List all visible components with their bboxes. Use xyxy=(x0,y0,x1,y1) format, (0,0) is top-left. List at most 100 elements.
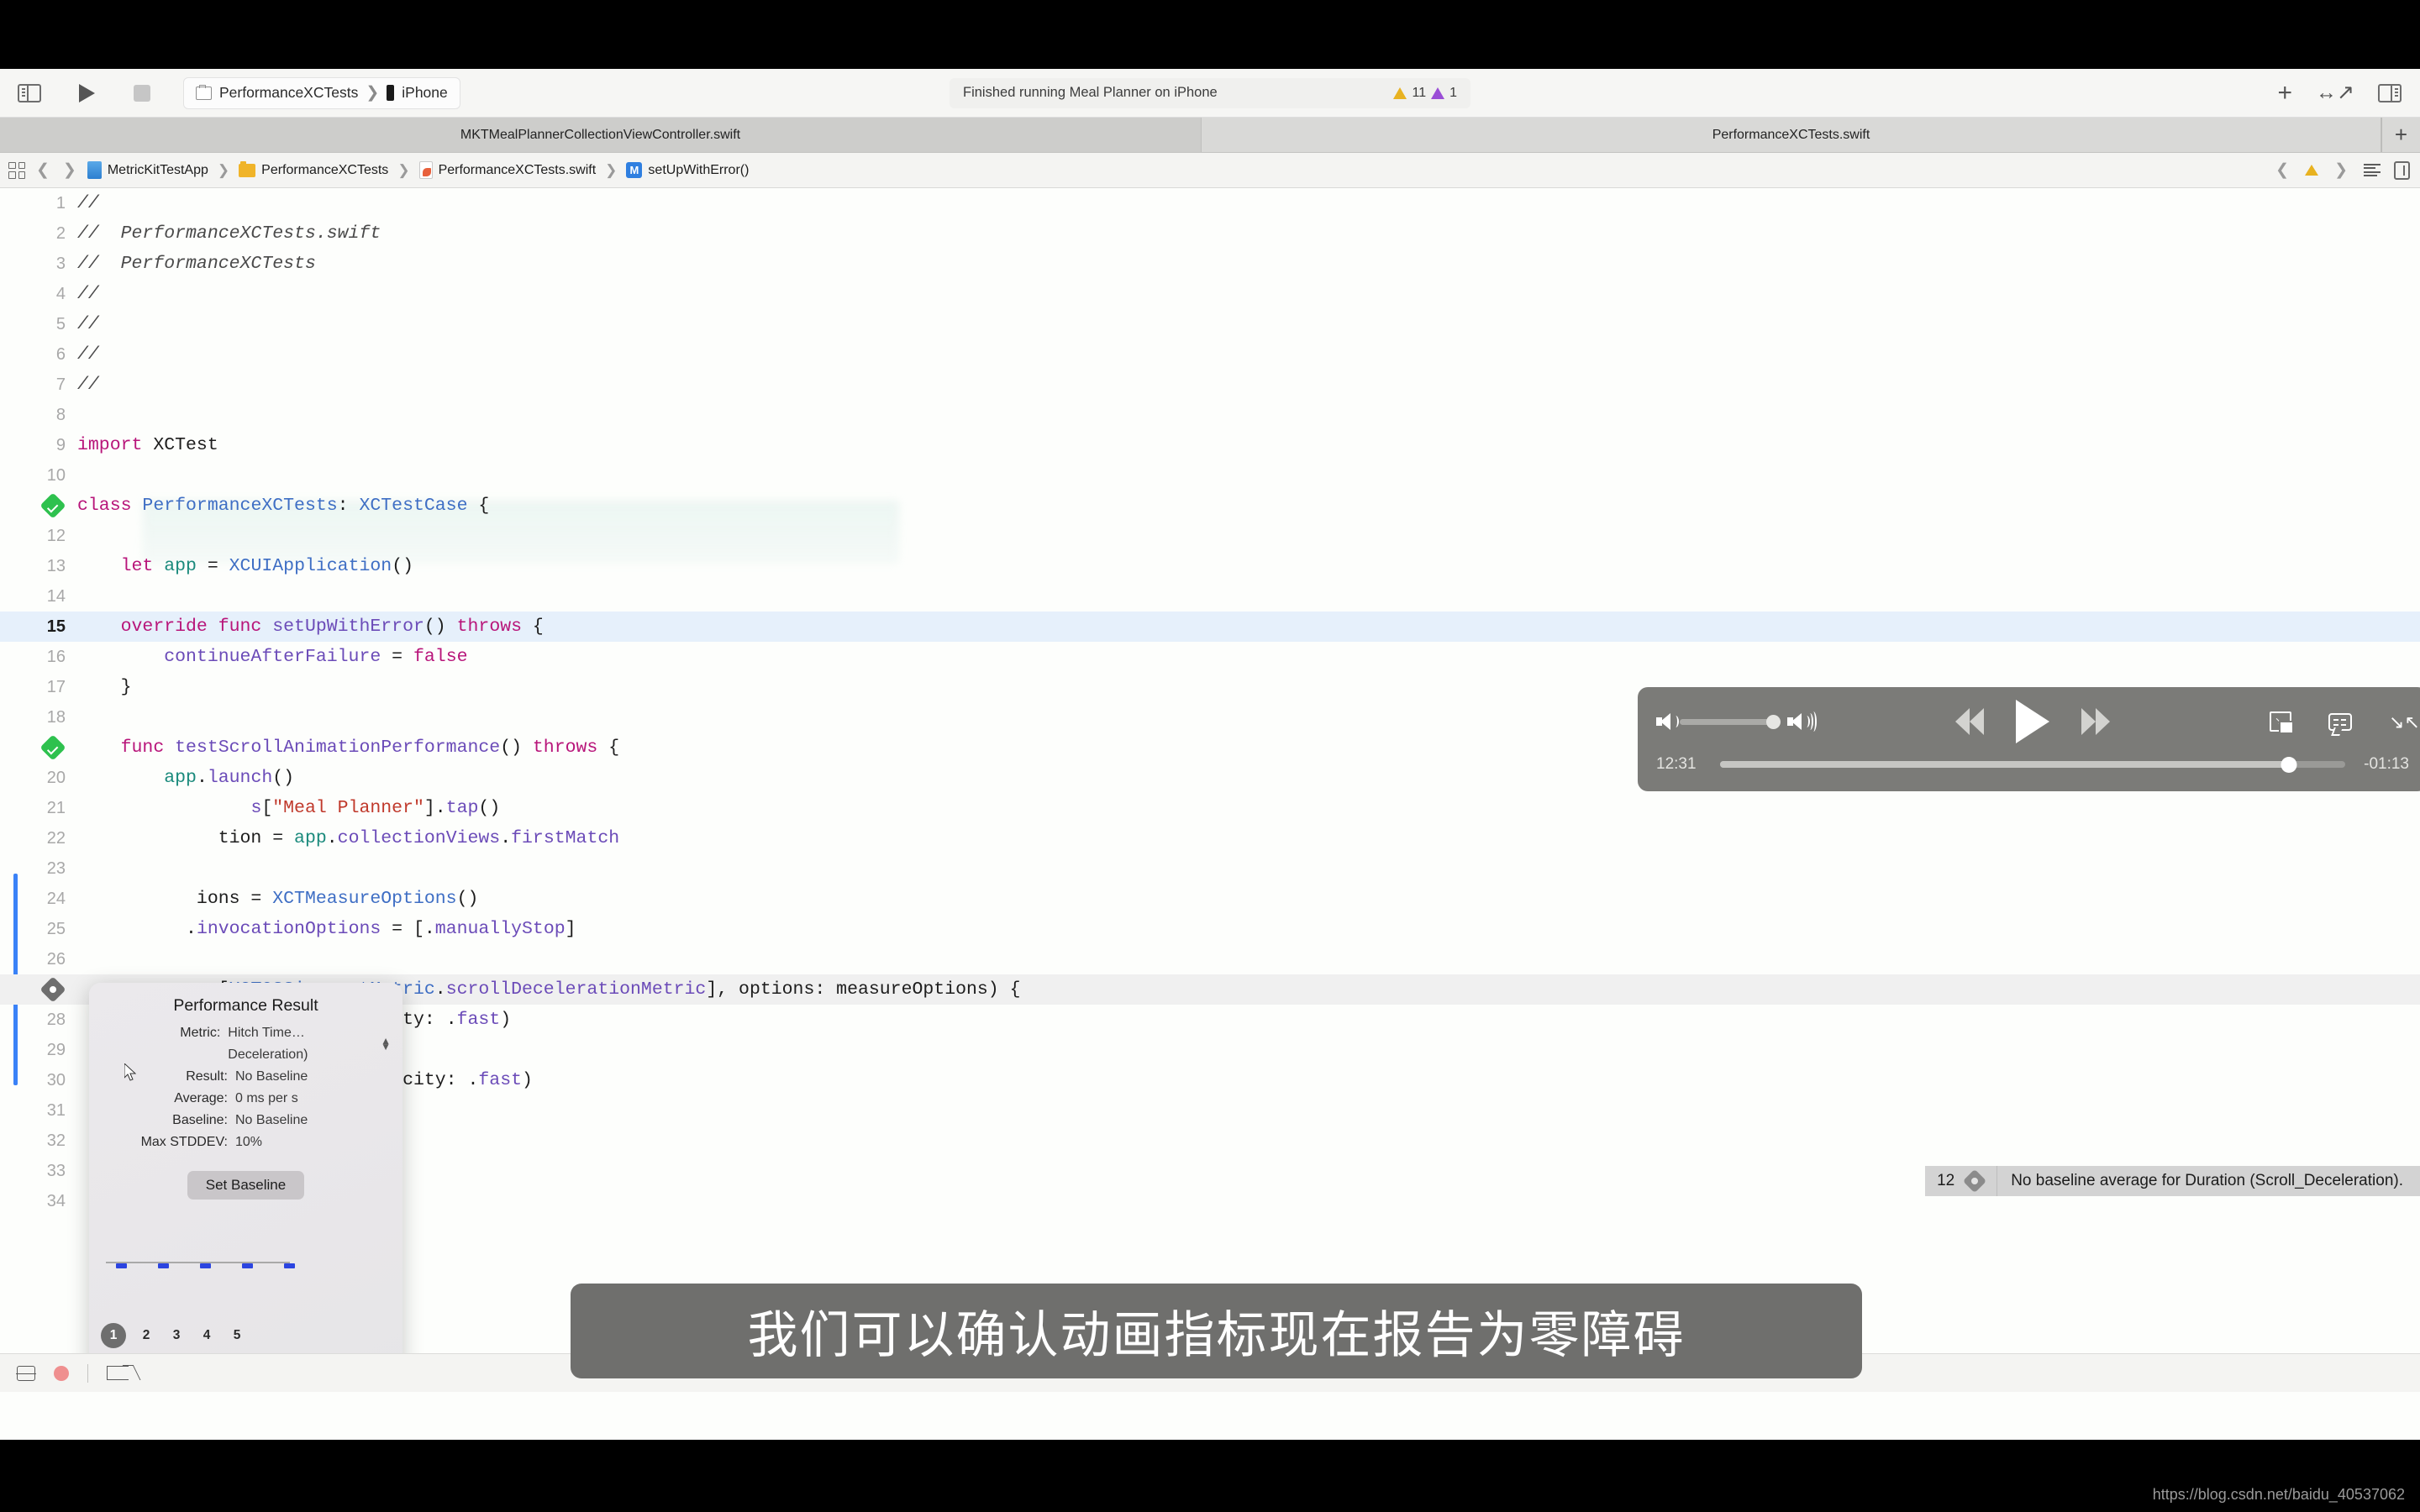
code-text: app.launch() xyxy=(164,768,295,788)
code-line[interactable]: 5 // xyxy=(0,309,2420,339)
previous-issue-button[interactable]: ❮ xyxy=(2273,160,2291,180)
fast-forward-button[interactable] xyxy=(2081,708,2110,735)
breakpoint-icon[interactable] xyxy=(54,1365,69,1381)
line-number: 7 xyxy=(55,375,66,394)
breadcrumb-item-project[interactable]: MetricKitTestApp xyxy=(108,163,208,178)
iteration-page-3[interactable]: 3 xyxy=(161,1328,192,1343)
popover-row-baseline: Baseline: No Baseline xyxy=(101,1110,391,1131)
code-line[interactable]: 9 import XCTest xyxy=(0,430,2420,460)
code-line[interactable]: 4 // xyxy=(0,279,2420,309)
iteration-page-5[interactable]: 5 xyxy=(222,1328,252,1343)
speaker-mute-icon[interactable] xyxy=(1656,713,1679,730)
issue-diamond-icon[interactable] xyxy=(39,976,66,1003)
tab-mktmealplanner[interactable]: MKTMealPlannerCollectionViewController.s… xyxy=(0,118,1202,152)
code-line[interactable]: class PerformanceXCTests: XCTestCase { xyxy=(0,491,2420,521)
run-button[interactable] xyxy=(67,76,106,110)
breadcrumb-item-symbol[interactable]: setUpWithError() xyxy=(648,163,749,178)
test-passed-icon[interactable] xyxy=(39,734,66,761)
inline-issue-banner[interactable]: 12 No baseline average for Duration (Scr… xyxy=(1925,1166,2420,1196)
sidebar-toggle-button[interactable] xyxy=(10,76,49,110)
code-line[interactable]: 16 continueAfterFailure = false xyxy=(0,642,2420,672)
test-passed-icon[interactable] xyxy=(39,492,66,519)
scrubber-knob[interactable] xyxy=(2281,757,2297,773)
swap-editor-icon[interactable]: ↔↗ xyxy=(2316,82,2354,103)
popover-title: Performance Result xyxy=(173,996,318,1015)
code-structure-icon[interactable] xyxy=(2364,163,2381,177)
code-text: // xyxy=(77,284,99,304)
code-line[interactable]: 13 let app = XCUIApplication() xyxy=(0,551,2420,581)
code-line[interactable]: 14 xyxy=(0,581,2420,612)
jump-bar-right-group: ❮ ❯ xyxy=(2273,160,2410,180)
code-text: class PerformanceXCTests: XCTestCase { xyxy=(77,496,490,516)
jump-bar: ❮ ❯ MetricKitTestApp ❯ PerformanceXCTest… xyxy=(0,153,2420,188)
rewind-button[interactable] xyxy=(1955,708,1984,735)
iteration-pager[interactable]: 12345 xyxy=(101,1323,252,1348)
breadcrumb-item-group[interactable]: PerformanceXCTests xyxy=(261,163,388,178)
speaker-loud-icon[interactable] xyxy=(1787,711,1817,732)
nav-back-button[interactable]: ❮ xyxy=(34,160,52,180)
code-line[interactable]: 8 xyxy=(0,400,2420,430)
scheme-destination-selector[interactable]: PerformanceXCTests ❯ iPhone xyxy=(183,76,460,109)
current-time: 12:31 xyxy=(1656,755,1697,773)
code-line[interactable]: 25 .invocationOptions = [.manuallyStop] xyxy=(0,914,2420,944)
debug-area-toggle-icon[interactable] xyxy=(16,1365,36,1381)
code-line[interactable]: 26 xyxy=(0,944,2420,974)
stepper-icon[interactable]: ▲ ▼ xyxy=(381,1036,391,1051)
new-tab-button[interactable]: + xyxy=(2381,118,2420,152)
inspector-toggle-icon[interactable] xyxy=(2378,83,2402,102)
warning-count: 11 xyxy=(1412,85,1427,100)
add-editor-button[interactable]: + xyxy=(2278,80,2293,106)
metric-value[interactable]: Hitch Time…Deceleration) ▲ ▼ xyxy=(228,1022,391,1066)
activity-status-bar[interactable]: Finished running Meal Planner on iPhone … xyxy=(950,77,1470,108)
result-label: Result: xyxy=(186,1068,228,1084)
subtitle-text: 我们可以确认动画指标现在报告为零障碍 xyxy=(747,1306,1686,1365)
video-player-controls[interactable]: ↘ ↘↖ 12:31 -01:13 xyxy=(1638,687,2420,791)
line-number: 24 xyxy=(46,889,66,908)
code-line[interactable]: 10 xyxy=(0,460,2420,491)
volume-knob[interactable] xyxy=(1766,714,1781,729)
code-text: .invocationOptions = [.manuallyStop] xyxy=(164,919,576,939)
code-line[interactable]: 2 // PerformanceXCTests.swift xyxy=(0,218,2420,249)
divider xyxy=(1996,1166,1998,1196)
code-line[interactable]: 24 ions = XCTMeasureOptions() xyxy=(0,884,2420,914)
metric-label: Metric: xyxy=(180,1026,221,1040)
code-line[interactable]: 22 tion = app.collectionViews.firstMatch xyxy=(0,823,2420,853)
player-bottom-row: 12:31 -01:13 xyxy=(1656,747,2409,782)
stop-icon xyxy=(134,84,150,102)
chart-axis xyxy=(106,1262,290,1263)
play-button[interactable] xyxy=(2016,700,2049,743)
chevron-right-icon: ❯ xyxy=(217,161,230,178)
divider xyxy=(87,1363,88,1383)
stop-button[interactable] xyxy=(123,76,161,110)
code-line[interactable]: 1 // xyxy=(0,188,2420,218)
filter-tag-icon[interactable] xyxy=(107,1366,129,1380)
nav-forward-button[interactable]: ❯ xyxy=(60,160,79,180)
related-items-icon[interactable] xyxy=(8,161,25,179)
stddev-value: 10% xyxy=(235,1134,263,1149)
code-line[interactable]: 3 // PerformanceXCTests xyxy=(0,249,2420,279)
set-baseline-button[interactable]: Set Baseline xyxy=(187,1171,305,1200)
next-issue-button[interactable]: ❯ xyxy=(2332,160,2350,180)
line-number: 34 xyxy=(46,1191,66,1210)
scrubber[interactable] xyxy=(1720,757,2345,773)
iteration-page-2[interactable]: 2 xyxy=(131,1328,161,1343)
code-line[interactable]: 7 // xyxy=(0,370,2420,400)
exit-fullscreen-icon[interactable]: ↘↖ xyxy=(2389,711,2420,732)
breadcrumb-item-file[interactable]: PerformanceXCTests.swift xyxy=(439,163,597,178)
iteration-page-4[interactable]: 4 xyxy=(192,1328,222,1343)
minimap-toggle-icon[interactable] xyxy=(2394,160,2410,180)
line-number: 32 xyxy=(46,1131,66,1150)
captions-icon[interactable] xyxy=(2328,712,2352,731)
code-line[interactable]: 21 s["Meal Planner"].tap() xyxy=(0,793,2420,823)
code-line[interactable]: 23 xyxy=(0,853,2420,884)
volume-slider[interactable] xyxy=(1680,714,1781,729)
volume-control[interactable] xyxy=(1656,711,1817,732)
performance-result-popover[interactable]: Performance Result Metric: Hitch Time…De… xyxy=(89,983,402,1353)
code-line[interactable]: 6 // xyxy=(0,339,2420,370)
picture-in-picture-icon[interactable]: ↘ xyxy=(2270,711,2294,734)
iteration-page-1[interactable]: 1 xyxy=(101,1323,126,1348)
code-line[interactable]: 12 xyxy=(0,521,2420,551)
code-text: continueAfterFailure = false xyxy=(164,647,468,667)
tab-performancexctests[interactable]: PerformanceXCTests.swift xyxy=(1202,118,2381,152)
code-line[interactable]: 15 override func setUpWithError() throws… xyxy=(0,612,2420,642)
